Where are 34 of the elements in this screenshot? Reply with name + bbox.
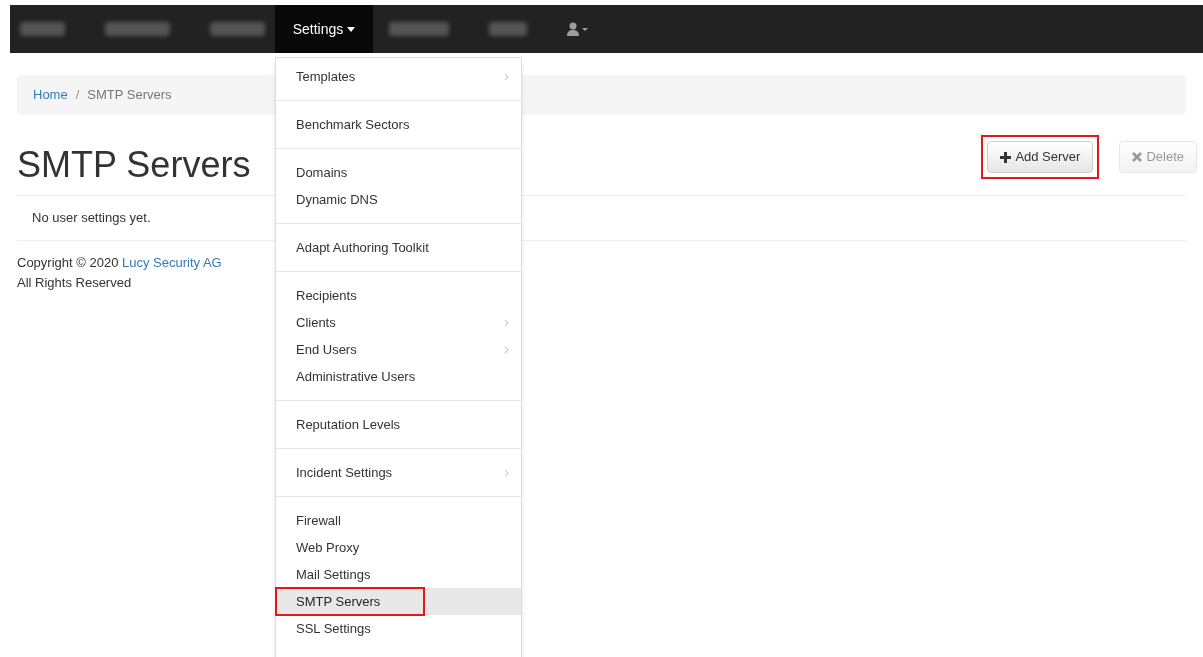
dropdown-item[interactable]: Mail Settings [276,561,521,588]
dropdown-item[interactable]: Administrative Users [276,363,521,390]
chevron-right-icon [504,318,509,327]
dropdown-item[interactable]: Benchmark Sectors [276,111,521,138]
dropdown-item[interactable]: Templates [276,63,521,90]
dropdown-item[interactable]: Domains [276,159,521,186]
rights-text: All Rights Reserved [17,273,133,292]
dropdown-item[interactable]: End Users [276,336,521,363]
add-server-button[interactable]: Add Server [987,141,1094,173]
dropdown-item[interactable]: Web Proxy [276,534,521,561]
page-title: SMTP Servers [17,145,251,185]
settings-menu-toggle[interactable]: Settings [275,5,373,53]
copyright-text: Copyright © 2020 Lucy Security AG [17,253,223,272]
dropdown-item[interactable]: Incident Settings [276,459,521,486]
breadcrumb-link[interactable]: Home [33,85,68,105]
dropdown-item[interactable]: Reputation Levels [276,411,521,438]
empty-message: No user settings yet. [32,210,151,225]
dropdown-item[interactable]: Clients [276,309,521,336]
dropdown-item[interactable]: SMTP Servers [276,588,521,615]
chevron-right-icon [504,468,509,477]
company-link[interactable]: Lucy Security AG [122,254,222,270]
dropdown-item[interactable]: Dynamic DNS [276,186,521,213]
chevron-right-icon [504,345,509,354]
dropdown-item[interactable]: SSL Settings [276,615,521,642]
dropdown-item[interactable]: Recipients [276,282,521,309]
breadcrumb-current: SMTP Servers [87,86,172,105]
dropdown-item[interactable]: Adapt Authoring Toolkit [276,234,521,261]
breadcrumb-separator: / [75,86,80,105]
caret-icon [347,26,356,32]
plus-icon [1000,151,1012,163]
chevron-right-icon [504,72,509,81]
user-icon[interactable] [567,22,589,36]
dropdown-item[interactable]: Firewall [276,507,521,534]
close-icon [1132,152,1143,162]
